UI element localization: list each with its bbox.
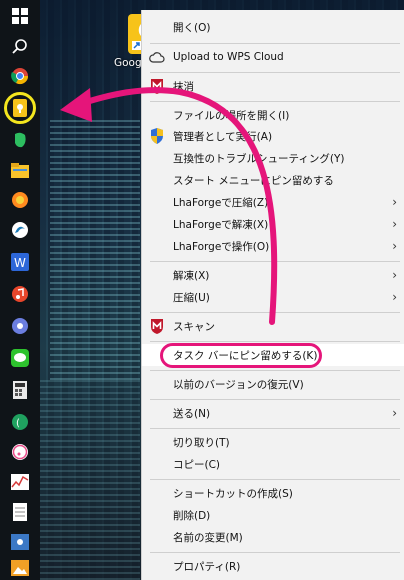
arrowhead-icon: [60, 88, 92, 122]
annotation-arrow: [60, 87, 278, 325]
